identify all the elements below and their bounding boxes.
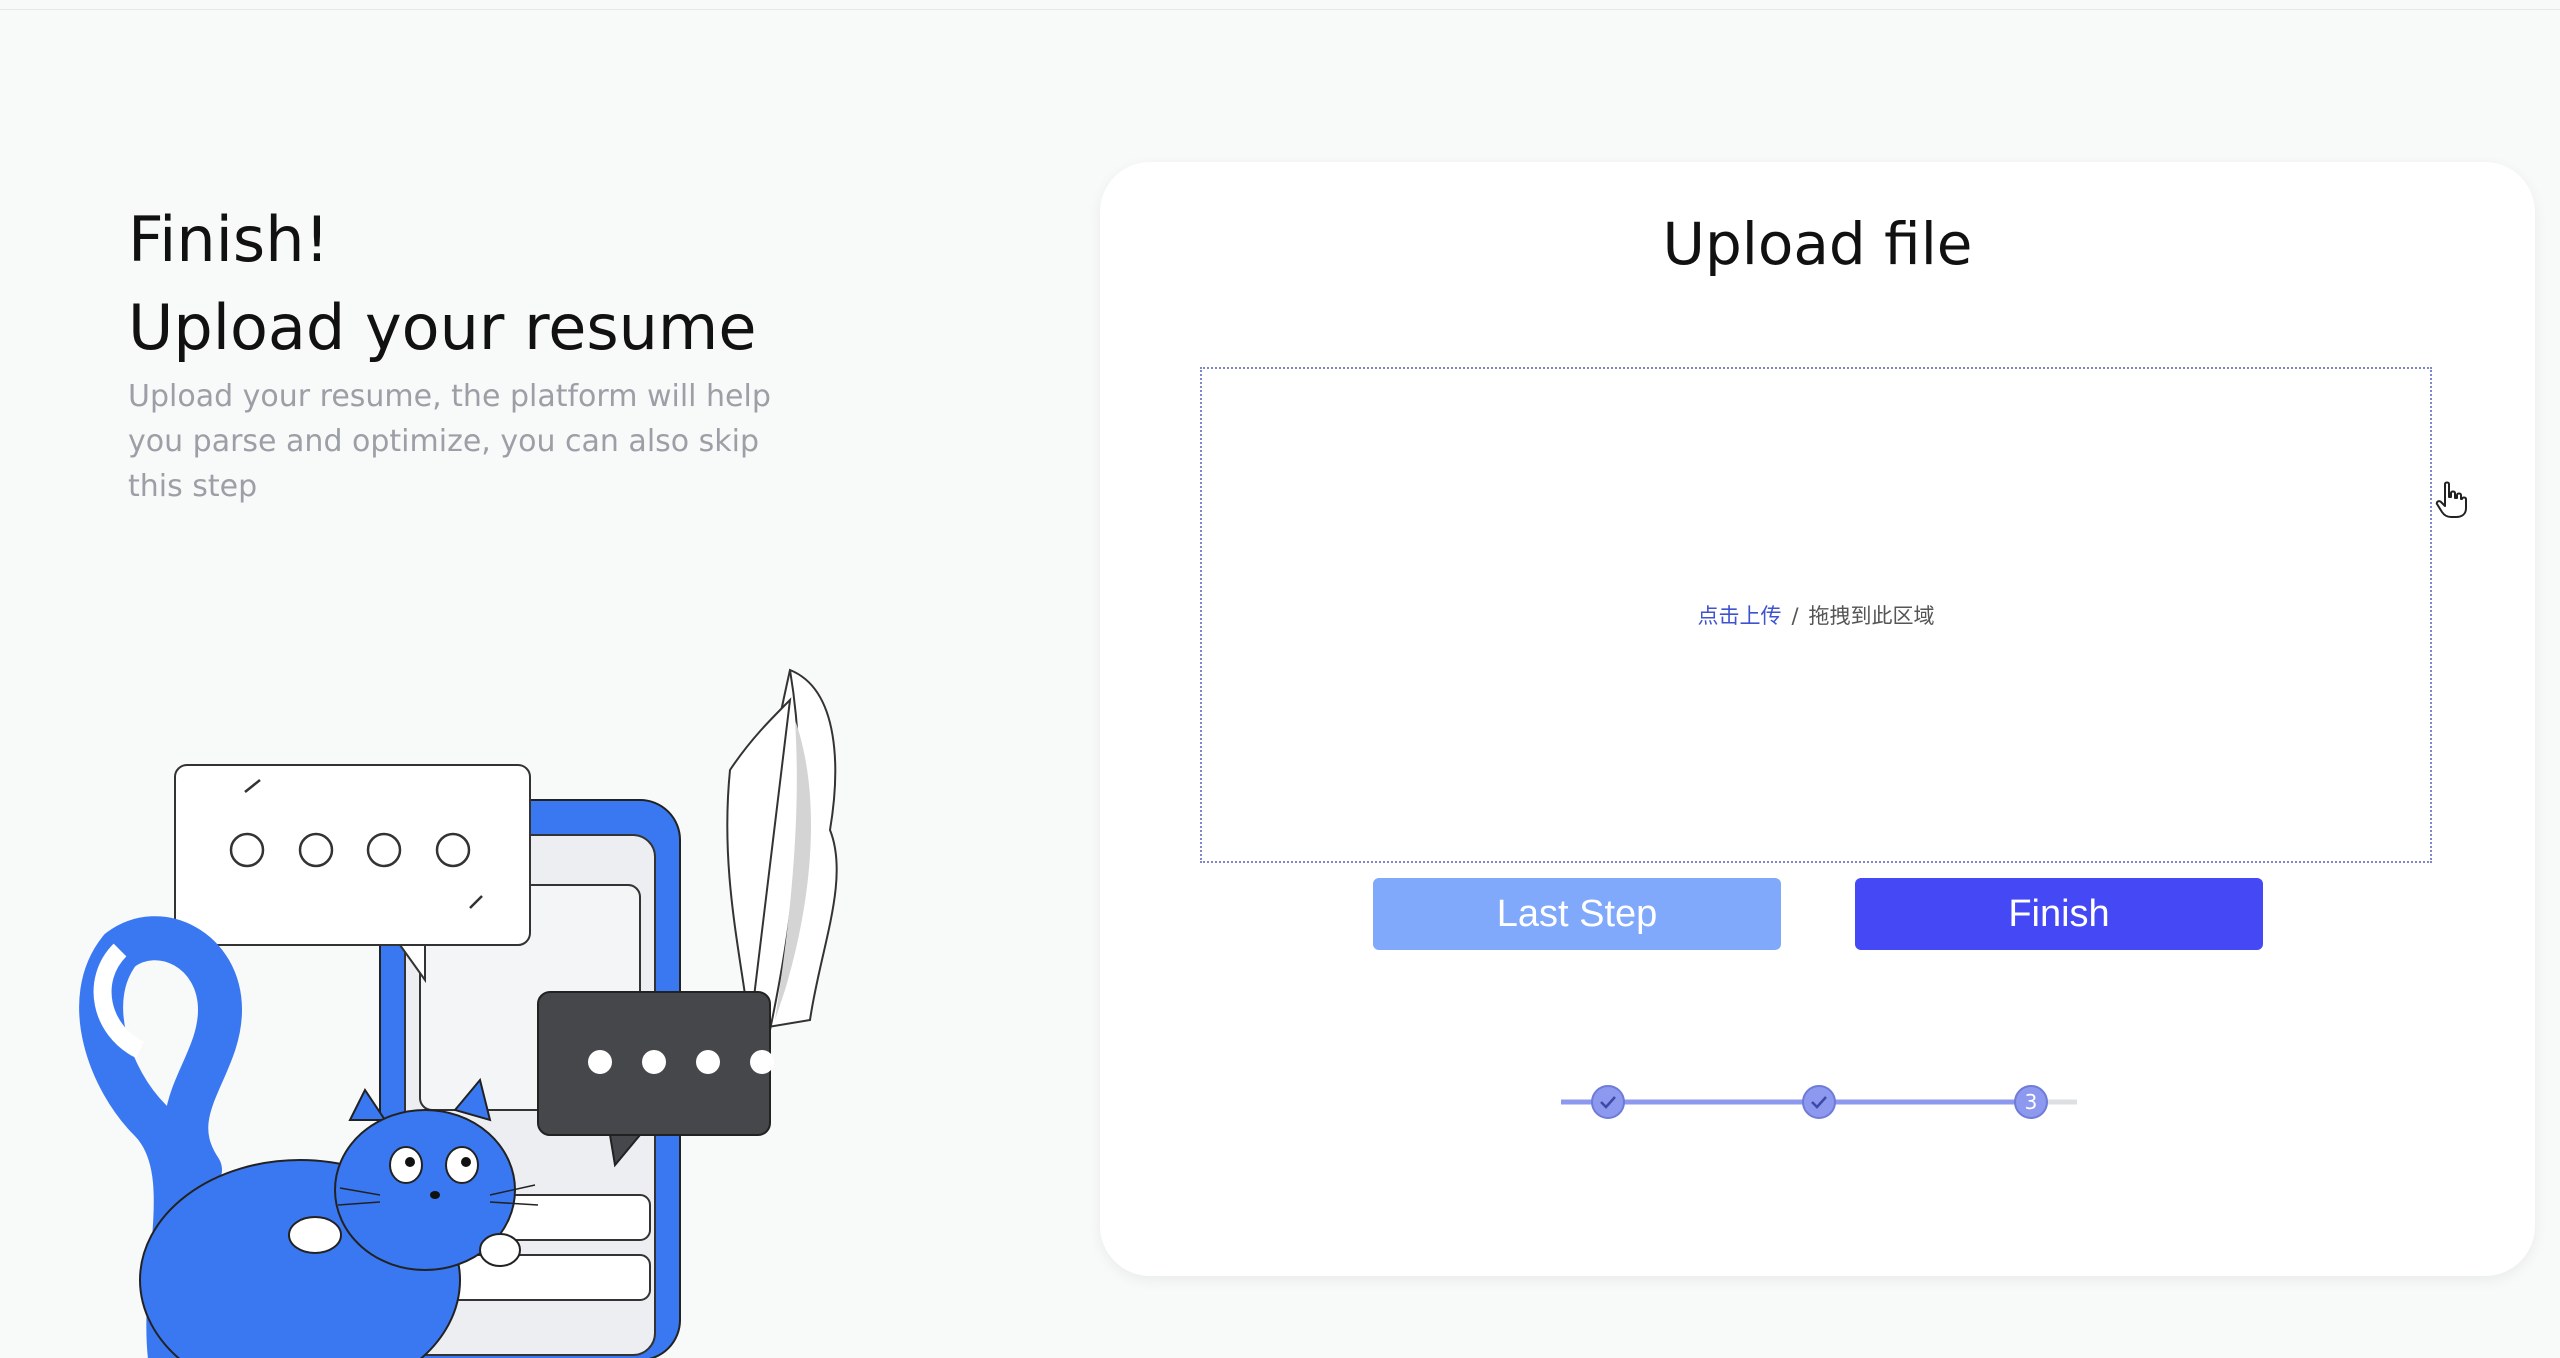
upload-dropzone[interactable]: 点击上传 / 拖拽到此区域 [1200, 367, 2467, 863]
step-3-label: 3 [2025, 1090, 2038, 1114]
hand-cursor-icon [2435, 481, 2467, 518]
finish-button[interactable]: Finish [1855, 878, 2263, 950]
heading-finish: Finish! [128, 203, 330, 276]
progress-stepper: 3 [1561, 1085, 2077, 1119]
intro-description: Upload your resume, the platform will he… [128, 379, 771, 504]
cat-illustration [79, 668, 838, 1358]
upload-card-title: Upload file [1662, 210, 1973, 278]
heading-upload-resume: Upload your resume [128, 291, 757, 364]
top-divider [0, 9, 2560, 10]
dropzone-text: 点击上传 / 拖拽到此区域 [1697, 600, 1934, 630]
last-step-button[interactable]: Last Step [1373, 878, 1781, 950]
click-upload-link[interactable]: 点击上传 [1697, 604, 1781, 628]
step-2-done[interactable] [1802, 1085, 1836, 1119]
drag-hint: 拖拽到此区域 [1808, 604, 1935, 628]
intro-section: Finish! Upload your resume Upload your r… [128, 198, 828, 509]
step-1-done[interactable] [1591, 1085, 1625, 1119]
dropzone-separator: / [1791, 604, 1799, 628]
upload-card: Upload file 点击上传 / 拖拽到此区域 Last Step Finish… [1100, 162, 2535, 1276]
step-3-current[interactable]: 3 [2014, 1085, 2048, 1119]
feather-icon [726, 668, 838, 1032]
